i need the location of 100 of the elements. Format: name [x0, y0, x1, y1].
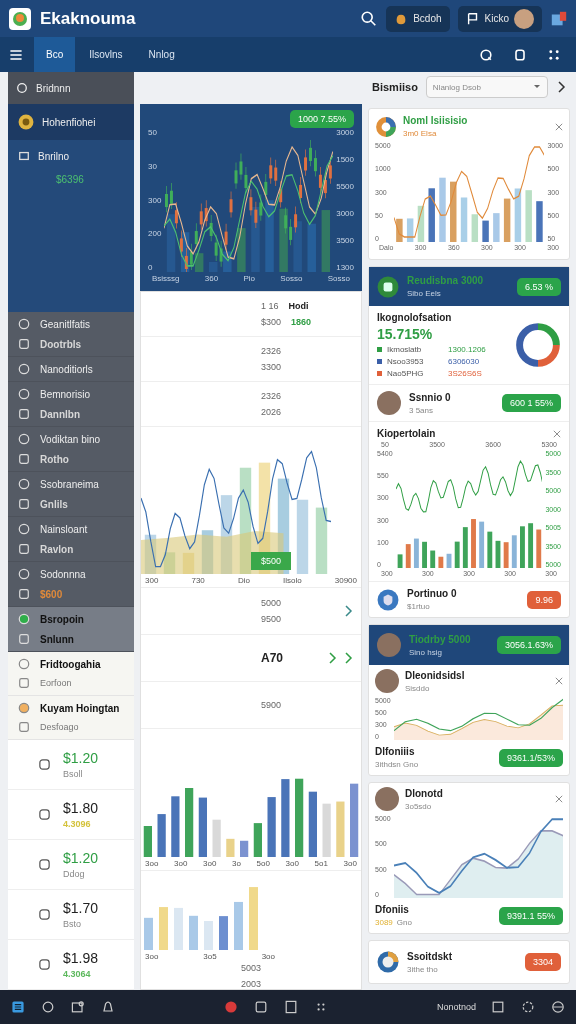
bar	[336, 801, 345, 857]
nav-tab[interactable]: Ilsovlns	[77, 37, 135, 72]
sidebar-item[interactable]: Geanitlfatis Dootrbls	[8, 312, 134, 357]
bar	[535, 529, 541, 568]
square-icon	[18, 677, 30, 689]
item-subtitle: Rotho	[40, 453, 69, 465]
globe-icon[interactable]	[550, 999, 566, 1015]
bar	[428, 188, 435, 242]
nav-tab[interactable]: Nnlog	[136, 37, 187, 72]
table-cell: 5003	[241, 963, 261, 973]
price-note: Ddog	[63, 869, 86, 879]
axis-label: 1500	[336, 155, 354, 164]
bar	[478, 521, 484, 568]
card-subtitle: Sisddo	[405, 683, 431, 693]
app-icon[interactable]	[550, 9, 568, 28]
avatar[interactable]	[514, 8, 534, 29]
tasks-button[interactable]: Kicko	[457, 5, 542, 32]
axis-label: 3o0	[343, 859, 357, 868]
table-cell-text: 5900	[261, 700, 283, 710]
axis-label: 3o0	[174, 859, 188, 868]
volume-bar	[279, 208, 289, 272]
volume-bar	[251, 206, 261, 272]
chevron-icon[interactable]	[556, 80, 566, 94]
close-icon[interactable]	[555, 795, 563, 803]
table-cell: 2326	[261, 346, 282, 356]
item-title: Kuyam Hoingtan	[40, 702, 120, 714]
legend-value: 1300.1206	[448, 345, 486, 354]
gear-icon[interactable]	[520, 999, 536, 1015]
bar	[514, 188, 521, 242]
card-title: Ssoitdskt	[407, 950, 453, 962]
chat-icon[interactable]	[478, 46, 494, 63]
note-icon[interactable]	[512, 46, 528, 63]
search-icon[interactable]	[360, 9, 379, 28]
nav-tab[interactable]: Bco	[34, 37, 76, 72]
bar	[185, 788, 194, 857]
sidebar-item[interactable]: Vodiktan bino Rotho	[8, 427, 134, 472]
sidebar-item[interactable]: Nanoditiorls	[8, 357, 134, 382]
close-icon[interactable]	[555, 677, 563, 685]
legend-title: Bnrilno	[38, 150, 70, 162]
circle-icon	[18, 318, 30, 330]
dropdown[interactable]: Nlanlog Dsob	[425, 76, 548, 98]
change-badge: 3056.1.63%	[496, 636, 561, 654]
recent-item[interactable]: Fridtoogahia Eorfoon	[8, 652, 134, 696]
axis-label: Sosso	[327, 274, 350, 283]
bar	[144, 534, 157, 574]
close-icon[interactable]	[553, 429, 561, 438]
sidebar-item[interactable]: Hohenfiohei	[8, 104, 134, 140]
logo-icon	[8, 6, 32, 31]
axis-label: 5500	[336, 182, 354, 191]
sidebar-item[interactable]: Bsropoin Snlunn	[8, 607, 134, 652]
bar	[143, 826, 152, 857]
sidebar-title: Bridnnn	[36, 82, 71, 94]
axis-label: 300	[145, 576, 159, 585]
square-icon	[18, 721, 30, 733]
image-icon[interactable]	[70, 999, 86, 1015]
price: $1.98	[63, 950, 99, 966]
person-name: Portinuo 0	[407, 588, 458, 599]
chat-icon[interactable]	[40, 999, 56, 1015]
footer-title: Dfoniis	[375, 904, 410, 915]
item-title: Nanoditiorls	[40, 363, 93, 375]
bar	[525, 190, 532, 242]
volume-bar	[237, 228, 246, 272]
receipt-icon	[38, 858, 51, 871]
circle-icon	[18, 478, 30, 490]
square-icon	[18, 408, 30, 420]
axis-label: 3oo	[261, 952, 275, 961]
close-icon[interactable]	[555, 122, 563, 131]
axis-label: 3oo	[145, 952, 159, 961]
shield-icon	[377, 588, 399, 611]
sidebar-item[interactable]: Ssobraneima Gnlils	[8, 472, 134, 517]
grid-icon[interactable]	[10, 999, 26, 1015]
axis-label: 1300	[336, 263, 354, 272]
profile-button[interactable]: Bcdoh	[386, 5, 450, 32]
receipt-icon	[38, 758, 51, 771]
bar	[249, 887, 258, 950]
square-icon[interactable]	[490, 999, 506, 1015]
bar	[486, 531, 492, 568]
table-cell-text: A70	[261, 651, 284, 665]
bar	[219, 916, 228, 950]
card-subtitle: 3ithe tho	[407, 964, 439, 974]
price-note: 4.3064	[63, 969, 92, 979]
clock-icon	[18, 702, 30, 714]
bar	[438, 556, 443, 568]
price: $1.20	[63, 750, 99, 766]
card-title: Noml Isiisisio	[403, 115, 469, 126]
bar	[511, 535, 517, 568]
bar	[527, 523, 533, 568]
axis-label: Dio	[237, 576, 250, 585]
sidebar-item[interactable]: Nainsloant Ravlon	[8, 517, 134, 562]
bar	[535, 201, 543, 242]
taskbar-label[interactable]: Nonotnod	[436, 1002, 476, 1012]
bell-icon[interactable]	[100, 999, 116, 1015]
footer-detail: 3ithdsn Gno	[375, 760, 419, 769]
card-title: Reudisbna 3000	[407, 275, 485, 286]
bar	[234, 901, 243, 950]
legend-label: Ikmoslatb	[387, 345, 423, 354]
price-note: Bsto	[63, 919, 82, 929]
bar	[519, 526, 525, 568]
bar	[157, 814, 166, 857]
sidebar-item[interactable]: Bemnorisio Dannlbn	[8, 382, 134, 427]
